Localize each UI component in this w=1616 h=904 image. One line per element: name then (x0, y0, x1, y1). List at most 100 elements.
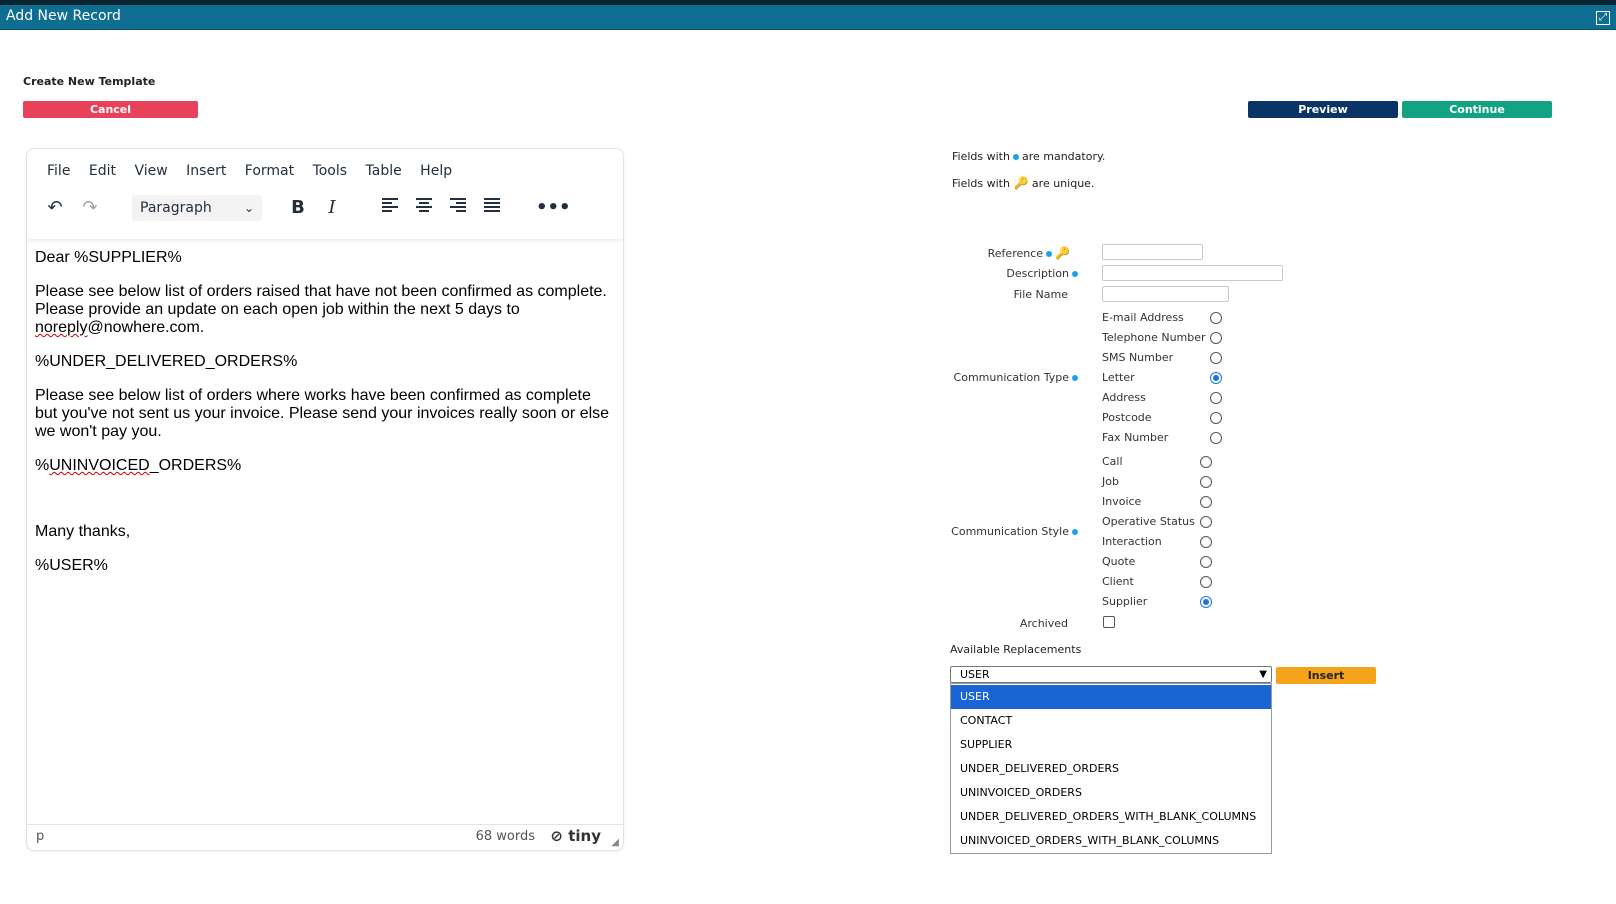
block-format-select[interactable]: Paragraph ⌄ (132, 195, 262, 221)
rich-text-editor: File Edit View Insert Format Tools Table… (26, 148, 624, 851)
content-line: Please see below list of orders where wo… (35, 387, 591, 404)
comm-type-radio-letter[interactable] (1210, 372, 1222, 384)
toolbar-divider (27, 235, 623, 239)
comm-style-option-job: Job (1102, 475, 1119, 488)
label-text: Description (1006, 267, 1069, 280)
dropdown-option-under-delivered-blank[interactable]: UNDER_DELIVERED_ORDERS_WITH_BLANK_COLUMN… (951, 805, 1271, 829)
redo-icon[interactable]: ↷ (77, 195, 103, 221)
cancel-button[interactable]: Cancel (23, 101, 198, 118)
dropdown-option-supplier[interactable]: SUPPLIER (951, 733, 1271, 757)
comm-type-option-letter: Letter (1102, 371, 1135, 384)
comm-type-option-email: E-mail Address (1102, 311, 1184, 324)
content-line: we won't pay you. (35, 423, 162, 440)
menu-edit[interactable]: Edit (89, 163, 116, 179)
unique-note: Fields with 🔑 are unique. (952, 176, 1094, 190)
comm-style-radio-job[interactable] (1200, 476, 1212, 488)
comm-style-radio-client[interactable] (1200, 576, 1212, 588)
label-text: Communication Type (953, 371, 1069, 384)
comm-type-radio-fax[interactable] (1210, 432, 1222, 444)
editor-content[interactable]: Dear %SUPPLIER% Please see below list of… (35, 249, 615, 591)
mandatory-dot-icon (1072, 271, 1078, 277)
page-title: Create New Template (23, 75, 156, 88)
comm-type-radio-postcode[interactable] (1210, 412, 1222, 424)
comm-style-radio-invoice[interactable] (1200, 496, 1212, 508)
comm-style-option-operative-status: Operative Status (1102, 515, 1195, 528)
archived-label: Archived (1019, 617, 1068, 630)
replacements-dropdown: USER CONTACT SUPPLIER UNDER_DELIVERED_OR… (950, 683, 1272, 854)
description-input[interactable] (1102, 265, 1283, 281)
key-icon: 🔑 (1055, 246, 1070, 260)
comm-type-option-postcode: Postcode (1102, 411, 1152, 424)
content-paragraph: Please see below list of orders where wo… (35, 387, 615, 441)
comm-style-radio-call[interactable] (1200, 456, 1212, 468)
block-format-value: Paragraph (140, 200, 212, 216)
description-label: Description (960, 267, 1081, 280)
comm-type-radio-telephone[interactable] (1210, 332, 1222, 344)
filename-input[interactable] (1102, 286, 1229, 302)
italic-icon[interactable]: I (319, 195, 345, 221)
communication-type-label: Communication Type (940, 371, 1081, 384)
content-line: Please see below list of orders raised t… (35, 283, 607, 300)
editor-menubar: File Edit View Insert Format Tools Table… (47, 163, 466, 179)
undo-icon[interactable]: ↶ (42, 195, 68, 221)
menu-help[interactable]: Help (420, 163, 452, 179)
dropdown-option-contact[interactable]: CONTACT (951, 709, 1271, 733)
mandatory-dot-icon (1072, 375, 1078, 381)
comm-style-radio-interaction[interactable] (1200, 536, 1212, 548)
comm-style-radio-supplier[interactable] (1200, 596, 1212, 608)
comm-type-radio-address[interactable] (1210, 392, 1222, 404)
content-paragraph: %UNDER_DELIVERED_ORDERS% (35, 353, 298, 370)
window-titlebar: Add New Record ⤢ (0, 0, 1616, 30)
mandatory-note: Fields with are mandatory. (952, 150, 1105, 163)
menu-view[interactable]: View (134, 163, 167, 179)
menu-insert[interactable]: Insert (186, 163, 226, 179)
resize-handle-icon[interactable]: ◢ (611, 837, 619, 848)
mandatory-dot-icon (1072, 529, 1078, 535)
comm-type-option-fax: Fax Number (1102, 431, 1169, 444)
content-paragraph: Please see below list of orders raised t… (35, 283, 615, 337)
replacements-label: Available Replacements (950, 643, 1082, 656)
comm-style-option-quote: Quote (1102, 555, 1136, 568)
replacements-select[interactable]: USER ▼ (950, 666, 1272, 683)
dropdown-option-uninvoiced-blank[interactable]: UNINVOICED_ORDERS_WITH_BLANK_COLUMNS (951, 829, 1271, 853)
note-text: Fields with (952, 150, 1010, 163)
continue-button[interactable]: Continue (1402, 101, 1552, 118)
preview-button[interactable]: Preview (1248, 101, 1398, 118)
dropdown-option-under-delivered-orders[interactable]: UNDER_DELIVERED_ORDERS (951, 757, 1271, 781)
insert-button[interactable]: Insert (1276, 667, 1376, 684)
justify-icon[interactable] (479, 195, 505, 221)
window-title: Add New Record (6, 8, 121, 24)
spellcheck-word: noreply (35, 319, 88, 336)
content-text: % (35, 457, 50, 474)
tiny-logo[interactable]: ⊘ tiny (550, 827, 601, 845)
align-right-icon[interactable] (445, 195, 471, 221)
comm-type-radio-sms[interactable] (1210, 352, 1222, 364)
align-left-icon[interactable] (377, 195, 403, 221)
dropdown-option-uninvoiced-orders[interactable]: UNINVOICED_ORDERS (951, 781, 1271, 805)
label-text: Communication Style (951, 525, 1069, 538)
menu-table[interactable]: Table (366, 163, 402, 179)
maximize-icon[interactable]: ⤢ (1596, 11, 1610, 25)
comm-style-radio-quote[interactable] (1200, 556, 1212, 568)
content-paragraph: Many thanks, (35, 523, 131, 540)
menu-tools[interactable]: Tools (313, 163, 348, 179)
label-text: Reference (987, 247, 1044, 260)
comm-type-radio-email[interactable] (1210, 312, 1222, 324)
chevron-down-icon: ▼ (1259, 669, 1267, 680)
bold-icon[interactable]: B (285, 195, 311, 221)
reference-input[interactable] (1102, 244, 1203, 260)
comm-style-radio-operative-status[interactable] (1200, 516, 1212, 528)
element-path[interactable]: p (36, 829, 44, 844)
more-icon[interactable]: ••• (536, 195, 571, 221)
archived-checkbox[interactable] (1103, 616, 1115, 628)
word-count[interactable]: 68 words (476, 829, 535, 844)
menu-file[interactable]: File (47, 163, 70, 179)
spellcheck-word: UNINVOICED (49, 457, 150, 474)
dropdown-option-user[interactable]: USER (951, 685, 1271, 709)
align-center-icon[interactable] (411, 195, 437, 221)
editor-toolbar: ↶ ↷ Paragraph ⌄ B I ••• (27, 195, 623, 235)
content-line: Please provide an update on each open jo… (35, 301, 520, 318)
mandatory-dot-icon (1012, 154, 1019, 160)
comm-type-option-telephone: Telephone Number (1102, 331, 1206, 344)
menu-format[interactable]: Format (245, 163, 294, 179)
